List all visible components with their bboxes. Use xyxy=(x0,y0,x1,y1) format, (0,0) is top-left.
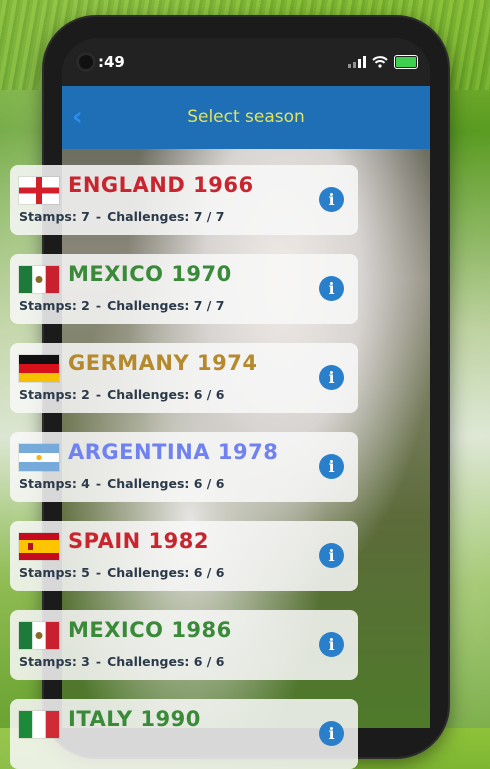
season-stats: Stamps: 7- Challenges: 7 / 7 xyxy=(19,209,224,224)
season-title: ARGENTINA 1978 xyxy=(68,440,279,464)
info-icon[interactable]: i xyxy=(319,543,344,568)
wifi-icon xyxy=(372,56,388,68)
mexico-flag xyxy=(18,265,60,294)
status-time: :49 xyxy=(98,53,125,71)
season-card[interactable]: MEXICO 1986 Stamps: 3- Challenges: 6 / 6 i xyxy=(10,610,358,680)
season-title: ENGLAND 1966 xyxy=(68,173,254,197)
nav-bar: ‹ Select season xyxy=(62,86,430,149)
challenges-count: Challenges: 6 / 6 xyxy=(107,565,225,580)
season-title: MEXICO 1970 xyxy=(68,262,232,286)
separator: - xyxy=(95,387,102,402)
info-icon[interactable]: i xyxy=(319,454,344,479)
cellular-signal-icon xyxy=(348,56,366,68)
season-card[interactable]: GERMANY 1974 Stamps: 2- Challenges: 6 / 6 i xyxy=(10,343,358,413)
camera-icon xyxy=(76,52,96,72)
season-stats: Stamps: 5- Challenges: 6 / 6 xyxy=(19,565,224,580)
status-bar: :49 xyxy=(62,38,430,86)
challenges-count: Challenges: 7 / 7 xyxy=(107,209,225,224)
challenges-count: Challenges: 6 / 6 xyxy=(107,387,225,402)
info-icon[interactable]: i xyxy=(319,187,344,212)
season-card[interactable]: ENGLAND 1966 Stamps: 7- Challenges: 7 / 7 i xyxy=(10,165,358,235)
season-stats: Stamps: 2- Challenges: 6 / 6 xyxy=(19,387,224,402)
challenges-count: Challenges: 6 / 6 xyxy=(107,654,225,669)
info-icon[interactable]: i xyxy=(319,365,344,390)
mexico-flag xyxy=(18,621,60,650)
argentina-flag xyxy=(18,443,60,472)
stamps-count: Stamps: 5 xyxy=(19,565,90,580)
season-card[interactable]: MEXICO 1970 Stamps: 2- Challenges: 7 / 7 i xyxy=(10,254,358,324)
challenges-count: Challenges: 6 / 6 xyxy=(107,476,225,491)
battery-icon xyxy=(394,55,418,69)
season-card[interactable]: ARGENTINA 1978 Stamps: 4- Challenges: 6 / … xyxy=(10,432,358,502)
info-icon[interactable]: i xyxy=(319,632,344,657)
info-icon[interactable]: i xyxy=(319,721,344,746)
season-card[interactable]: ITALY 1990 i xyxy=(10,699,358,769)
stamps-count: Stamps: 7 xyxy=(19,209,90,224)
spain-flag xyxy=(18,532,60,561)
season-stats: Stamps: 2- Challenges: 7 / 7 xyxy=(19,298,224,313)
stamps-count: Stamps: 4 xyxy=(19,476,90,491)
stamps-count: Stamps: 2 xyxy=(19,387,90,402)
season-stats: Stamps: 3- Challenges: 6 / 6 xyxy=(19,654,224,669)
italy-flag xyxy=(18,710,60,739)
germany-flag xyxy=(18,354,60,383)
separator: - xyxy=(95,298,102,313)
season-title: ITALY 1990 xyxy=(68,707,201,731)
status-icons xyxy=(348,54,418,70)
separator: - xyxy=(95,654,102,669)
season-stats: Stamps: 4- Challenges: 6 / 6 xyxy=(19,476,224,491)
separator: - xyxy=(95,565,102,580)
stamps-count: Stamps: 2 xyxy=(19,298,90,313)
separator: - xyxy=(95,476,102,491)
england-flag xyxy=(18,176,60,205)
separator: - xyxy=(95,209,102,224)
season-card[interactable]: SPAIN 1982 Stamps: 5- Challenges: 6 / 6 i xyxy=(10,521,358,591)
info-icon[interactable]: i xyxy=(319,276,344,301)
season-title: SPAIN 1982 xyxy=(68,529,209,553)
season-title: GERMANY 1974 xyxy=(68,351,258,375)
page-title: Select season xyxy=(187,107,305,127)
season-title: MEXICO 1986 xyxy=(68,618,232,642)
challenges-count: Challenges: 7 / 7 xyxy=(107,298,225,313)
stamps-count: Stamps: 3 xyxy=(19,654,90,669)
